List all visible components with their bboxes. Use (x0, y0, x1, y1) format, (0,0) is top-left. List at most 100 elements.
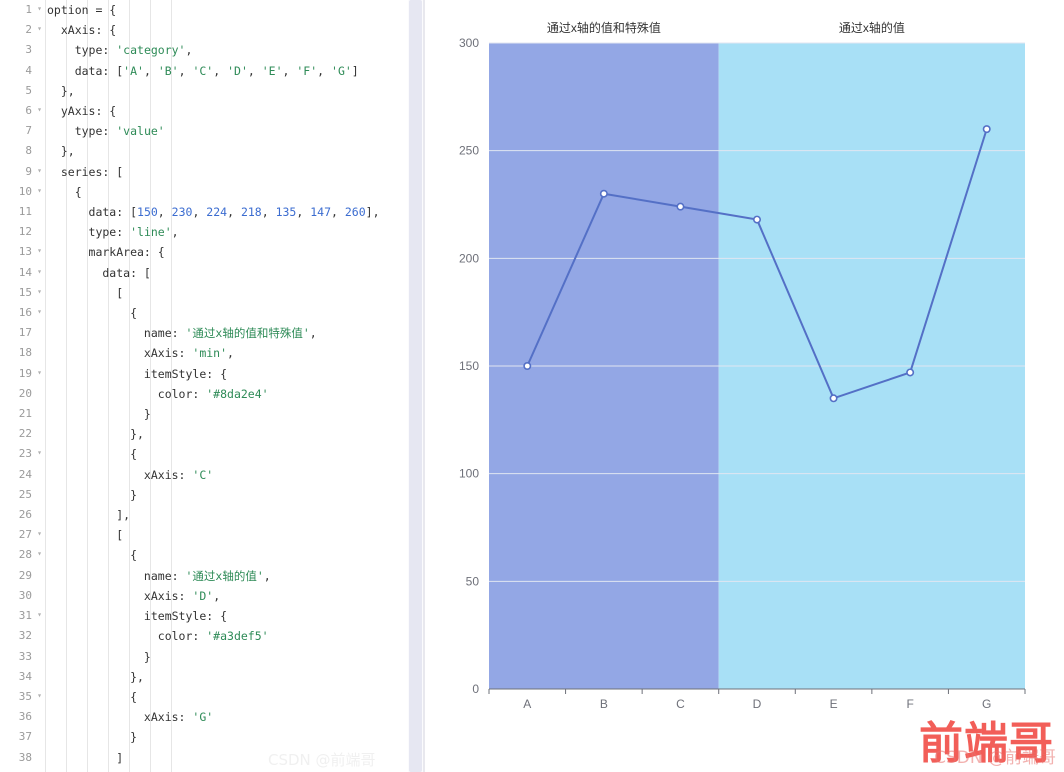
code-line[interactable]: 20 color: '#8da2e4' (0, 384, 425, 404)
code-line[interactable]: 11 data: [150, 230, 224, 218, 135, 147, … (0, 202, 425, 222)
fold-toggle-icon[interactable]: ▾ (34, 687, 45, 707)
code-text[interactable]: ] (45, 768, 425, 772)
code-line[interactable]: 6 ▾ yAxis: { (0, 101, 425, 121)
code-line[interactable]: 2 ▾ xAxis: { (0, 20, 425, 40)
fold-toggle-icon[interactable]: ▾ (34, 364, 45, 384)
editor-vertical-scrollbar[interactable] (408, 0, 423, 772)
code-line[interactable]: 31 ▾ itemStyle: { (0, 606, 425, 626)
code-line[interactable]: 7 type: 'value' (0, 121, 425, 141)
fold-toggle-icon[interactable]: ▾ (34, 444, 45, 464)
code-line[interactable]: 9 ▾ series: [ (0, 162, 425, 182)
code-editor-pane[interactable]: 1 ▾ option = {2 ▾ xAxis: {3 type: 'category… (0, 0, 425, 772)
fold-toggle-icon[interactable]: ▾ (34, 20, 45, 40)
code-text[interactable]: yAxis: { (45, 101, 425, 121)
code-line[interactable]: 28 ▾ { (0, 545, 425, 565)
code-text[interactable]: }, (45, 667, 425, 687)
data-point[interactable] (829, 394, 838, 403)
data-point[interactable] (676, 202, 685, 211)
code-line[interactable]: 18 xAxis: 'min', (0, 343, 425, 363)
fold-toggle-icon[interactable]: ▾ (34, 525, 45, 545)
code-text[interactable]: { (45, 182, 425, 202)
fold-toggle-icon[interactable]: ▾ (34, 242, 45, 262)
data-point[interactable] (752, 215, 761, 224)
code-text[interactable]: { (45, 687, 425, 707)
fold-toggle-icon[interactable]: ▾ (34, 263, 45, 283)
code-line[interactable]: 39 ] (0, 768, 425, 772)
code-text[interactable]: }, (45, 141, 425, 161)
code-text[interactable]: markArea: { (45, 242, 425, 262)
code-text[interactable]: { (45, 545, 425, 565)
code-text[interactable]: xAxis: 'C' (45, 465, 425, 485)
code-text[interactable]: type: 'category', (45, 40, 425, 60)
code-text[interactable]: xAxis: 'G' (45, 707, 425, 727)
code-line[interactable]: 38 ] (0, 748, 425, 768)
code-line[interactable]: 8 }, (0, 141, 425, 161)
code-line[interactable]: 21 } (0, 404, 425, 424)
fold-toggle-icon[interactable]: ▾ (34, 606, 45, 626)
code-line[interactable]: 14 ▾ data: [ (0, 263, 425, 283)
code-text[interactable]: itemStyle: { (45, 606, 425, 626)
data-point[interactable] (906, 368, 915, 377)
code-text[interactable]: xAxis: 'min', (45, 343, 425, 363)
code-line[interactable]: 30 xAxis: 'D', (0, 586, 425, 606)
code-text[interactable]: option = { (45, 0, 425, 20)
code-line[interactable]: 34 }, (0, 667, 425, 687)
code-text[interactable]: } (45, 404, 425, 424)
code-line[interactable]: 29 name: '通过x轴的值', (0, 566, 425, 586)
code-text[interactable]: series: [ (45, 162, 425, 182)
code-text[interactable]: }, (45, 424, 425, 444)
code-text[interactable]: } (45, 727, 425, 747)
code-text[interactable]: [ (45, 283, 425, 303)
code-line[interactable]: 22 }, (0, 424, 425, 444)
code-text[interactable]: name: '通过x轴的值', (45, 566, 425, 586)
code-line[interactable]: 33 } (0, 647, 425, 667)
code-text[interactable]: { (45, 444, 425, 464)
data-point[interactable] (599, 189, 608, 198)
code-line[interactable]: 24 xAxis: 'C' (0, 465, 425, 485)
code-line[interactable]: 1 ▾ option = { (0, 0, 425, 20)
scrollbar-thumb[interactable] (409, 0, 422, 772)
code-line[interactable]: 36 xAxis: 'G' (0, 707, 425, 727)
fold-toggle-icon[interactable]: ▾ (34, 0, 45, 20)
code-line[interactable]: 3 type: 'category', (0, 40, 425, 60)
code-line[interactable]: 25 } (0, 485, 425, 505)
code-text[interactable]: color: '#8da2e4' (45, 384, 425, 404)
fold-toggle-icon[interactable]: ▾ (34, 182, 45, 202)
code-text[interactable]: ], (45, 505, 425, 525)
code-line[interactable]: 19 ▾ itemStyle: { (0, 364, 425, 384)
code-line[interactable]: 32 color: '#a3def5' (0, 626, 425, 646)
fold-toggle-icon[interactable]: ▾ (34, 162, 45, 182)
code-text[interactable]: data: [ (45, 263, 425, 283)
code-text[interactable]: xAxis: 'D', (45, 586, 425, 606)
code-text[interactable]: } (45, 485, 425, 505)
code-line[interactable]: 27 ▾ [ (0, 525, 425, 545)
code-text[interactable]: type: 'line', (45, 222, 425, 242)
code-text[interactable]: data: ['A', 'B', 'C', 'D', 'E', 'F', 'G'… (45, 61, 425, 81)
code-text[interactable]: itemStyle: { (45, 364, 425, 384)
data-point[interactable] (982, 125, 991, 134)
code-text[interactable]: } (45, 647, 425, 667)
code-line[interactable]: 37 } (0, 727, 425, 747)
code-text[interactable]: { (45, 303, 425, 323)
code-text[interactable]: [ (45, 525, 425, 545)
code-text[interactable]: ] (45, 748, 425, 768)
code-line[interactable]: 4 data: ['A', 'B', 'C', 'D', 'E', 'F', '… (0, 61, 425, 81)
data-point[interactable] (523, 361, 532, 370)
code-line[interactable]: 26 ], (0, 505, 425, 525)
code-line[interactable]: 35 ▾ { (0, 687, 425, 707)
code-line[interactable]: 15 ▾ [ (0, 283, 425, 303)
code-lines[interactable]: 1 ▾ option = {2 ▾ xAxis: {3 type: 'category… (0, 0, 425, 772)
code-line[interactable]: 13 ▾ markArea: { (0, 242, 425, 262)
code-text[interactable]: data: [150, 230, 224, 218, 135, 147, 260… (45, 202, 425, 222)
fold-toggle-icon[interactable]: ▾ (34, 283, 45, 303)
code-line[interactable]: 23 ▾ { (0, 444, 425, 464)
code-text[interactable]: type: 'value' (45, 121, 425, 141)
code-text[interactable]: name: '通过x轴的值和特殊值', (45, 323, 425, 343)
code-line[interactable]: 16 ▾ { (0, 303, 425, 323)
fold-toggle-icon[interactable]: ▾ (34, 101, 45, 121)
code-text[interactable]: color: '#a3def5' (45, 626, 425, 646)
code-line[interactable]: 10 ▾ { (0, 182, 425, 202)
code-line[interactable]: 12 type: 'line', (0, 222, 425, 242)
code-text[interactable]: }, (45, 81, 425, 101)
code-line[interactable]: 5 }, (0, 81, 425, 101)
